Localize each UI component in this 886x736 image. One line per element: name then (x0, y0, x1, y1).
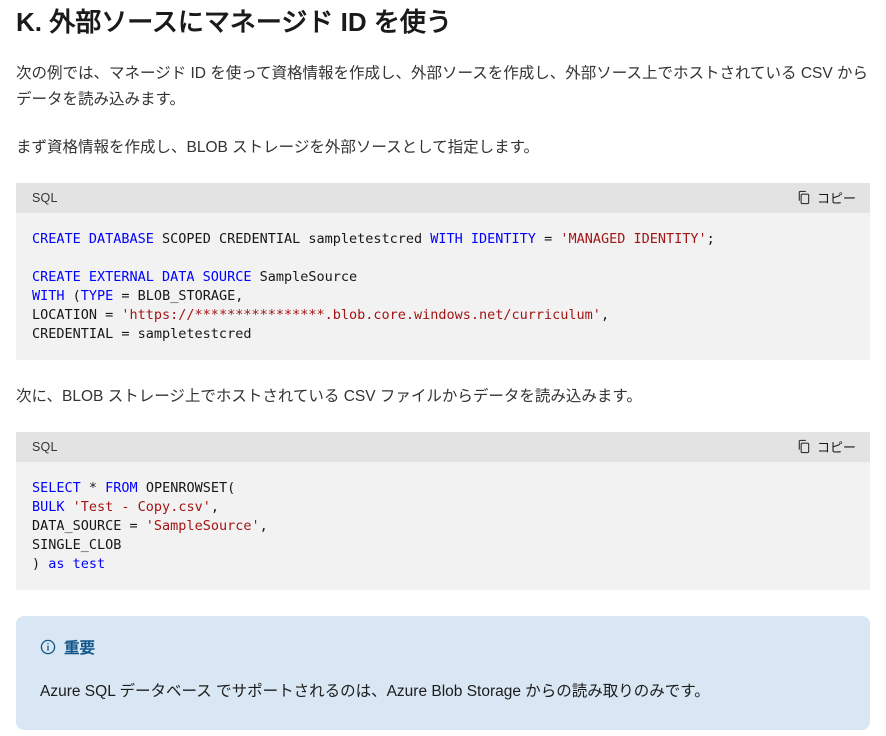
code-line: LOCATION = 'https://****************.blo… (32, 306, 610, 323)
code-line: BULK 'Test - Copy.csv', (32, 498, 219, 515)
important-alert: 重要 Azure SQL データベース でサポートされるのは、Azure Blo… (16, 615, 870, 731)
code-line: SINGLE_CLOB (32, 536, 122, 553)
copy-icon (796, 190, 811, 205)
copy-button[interactable]: コピー (796, 188, 856, 207)
copy-button-label: コピー (816, 191, 856, 207)
step1-paragraph: まず資格情報を作成し、BLOB ストレージを外部ソースとして指定します。 (16, 138, 540, 156)
copy-button[interactable]: コピー (796, 437, 856, 456)
article-content: K. 外部ソースにマネージド ID を使う 次の例では、マネージド ID を使っ… (0, 0, 886, 736)
code-content[interactable]: CREATE DATABASE SCOPED CREDENTIAL sample… (16, 212, 870, 360)
step2-paragraph: 次に、BLOB ストレージ上でホストされている CSV ファイルからデータを読み… (16, 387, 642, 405)
alert-title: 重要 (40, 636, 846, 658)
code-block-header: SQL コピー (16, 431, 870, 462)
code-block-credential: SQL コピー CREATE DATABASE SCOPED CREDENTIA… (16, 182, 870, 360)
code-line: CREATE EXTERNAL DATA SOURCE SampleSource (32, 268, 358, 285)
alert-body-text: Azure SQL データベース でサポートされるのは、Azure Blob S… (40, 682, 710, 700)
code-line: SELECT * FROM OPENROWSET( (32, 479, 236, 496)
alert-title-text: 重要 (64, 639, 96, 657)
copy-icon (796, 439, 811, 454)
code-line: WITH (TYPE = BLOB_STORAGE, (32, 287, 244, 304)
intro-paragraph: 次の例では、マネージド ID を使って資格情報を作成し、外部ソースを作成し、外部… (16, 64, 868, 108)
code-line: DATA_SOURCE = 'SampleSource', (32, 517, 268, 534)
code-language-label: SQL (32, 190, 58, 205)
code-content[interactable]: SELECT * FROM OPENROWSET( BULK 'Test - Co… (16, 461, 870, 590)
code-line: CREDENTIAL = sampletestcred (32, 325, 252, 342)
info-circle-icon (40, 639, 56, 655)
code-language-label: SQL (32, 439, 58, 454)
code-block-header: SQL コピー (16, 182, 870, 213)
code-block-openrowset: SQL コピー SELECT * FROM OPENROWSET( BULK 'T… (16, 431, 870, 590)
page-title: K. 外部ソースにマネージド ID を使う (16, 7, 452, 37)
copy-button-label: コピー (816, 440, 856, 456)
code-line: ) as test (32, 555, 106, 572)
code-line: CREATE DATABASE SCOPED CREDENTIAL sample… (32, 230, 715, 247)
